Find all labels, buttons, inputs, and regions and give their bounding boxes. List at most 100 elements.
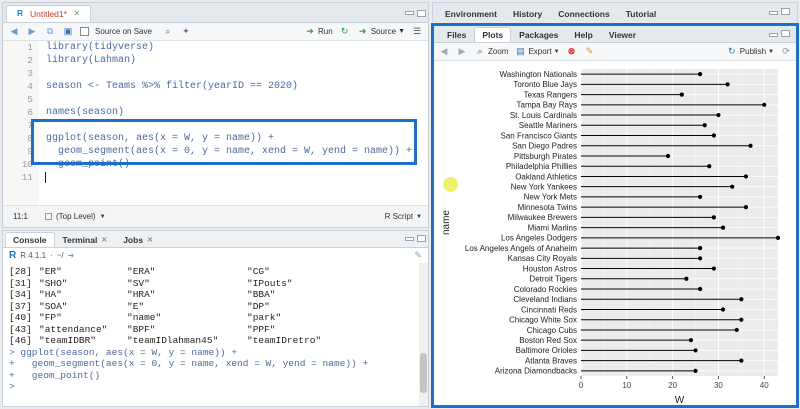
code-line[interactable]: 1 library(tidyverse) — [3, 41, 428, 54]
working-directory: ~/ — [56, 251, 64, 260]
forward-icon[interactable]: ▶ — [26, 26, 38, 38]
back-icon[interactable]: ◀ — [8, 26, 20, 38]
code-text: names(season) — [46, 107, 125, 118]
tab-environment[interactable]: Environment — [437, 5, 505, 22]
line-number: 2 — [27, 55, 33, 66]
tab-untitled1[interactable]: R Untitled1* ✕ — [6, 5, 91, 22]
save-icon[interactable]: ▣ — [62, 26, 74, 38]
console-output[interactable]: [28] "ER" "ERA" "CG" [31] "SHO" "SV" "IPouts" [3… — [3, 263, 418, 406]
source-on-save-label: Source on Save — [95, 27, 152, 36]
console-value: "DP" — [247, 300, 270, 312]
run-button[interactable]: ➜ Run — [304, 26, 333, 38]
minimize-icon[interactable] — [405, 237, 414, 241]
minimize-icon[interactable] — [405, 11, 414, 15]
console-value: "BPF" — [127, 323, 156, 335]
console-command: > — [9, 381, 15, 392]
console-value: "SOA" — [39, 300, 68, 312]
close-icon[interactable]: ✕ — [147, 236, 153, 244]
magic-wand-icon[interactable]: ✦ — [180, 26, 192, 38]
code-line[interactable]: 3 — [3, 67, 428, 80]
show-in-window-icon[interactable]: ⧉ — [44, 26, 56, 38]
code-line[interactable]: 4 season <- Teams %>% filter(yearID == 20… — [3, 80, 428, 93]
code-text: season <- Teams %>% filter(yearID == 202… — [46, 81, 299, 92]
close-icon[interactable]: ✕ — [71, 8, 83, 20]
chevron-down-icon: ▼ — [416, 213, 422, 220]
console-value: "SHO" — [39, 277, 68, 289]
scope-indicator[interactable]: (Top Level) ▼ — [45, 212, 106, 221]
tab-jobs[interactable]: Jobs ✕ — [115, 232, 161, 247]
code-line[interactable]: 5 — [3, 93, 428, 106]
r-file-icon: R — [17, 9, 23, 18]
console-command: > ggplot(season, aes(x = W, y = name)) + — [9, 346, 238, 358]
code-text: library(tidyverse) — [46, 42, 155, 53]
maximize-icon[interactable] — [417, 235, 426, 242]
code-text: library(Lahman) — [46, 55, 137, 66]
clear-console-icon[interactable]: ✎ — [414, 250, 422, 261]
go-to-directory-icon[interactable]: ➔ — [68, 251, 75, 260]
file-type[interactable]: R Script ▼ — [385, 212, 422, 221]
console-value: "E" — [127, 300, 145, 312]
source-on-save-checkbox[interactable] — [80, 27, 89, 36]
mouse-cursor-indicator — [443, 177, 458, 192]
file-type-label: R Script — [384, 212, 414, 221]
separator-dot: · — [50, 251, 53, 260]
maximize-icon[interactable] — [417, 10, 426, 17]
tab-tutorial-label: Tutorial — [625, 9, 657, 19]
line-number: 1 — [27, 42, 33, 53]
console-value: "HRA" — [127, 289, 156, 300]
code-line[interactable]: 2 library(Lahman) — [3, 54, 428, 67]
tab-history[interactable]: History — [505, 5, 550, 22]
line-number: 9 — [27, 146, 33, 157]
rerun-icon[interactable]: ↻ — [339, 26, 351, 38]
minimize-icon[interactable] — [769, 11, 778, 15]
console-command: + geom_point() — [9, 369, 101, 381]
line-number: 5 — [27, 94, 33, 105]
console-index: [28] — [9, 266, 32, 277]
tab-terminal[interactable]: Terminal ✕ — [55, 232, 116, 247]
console-value: "name" — [127, 312, 162, 323]
console-value: "BBA" — [247, 289, 276, 300]
search-icon[interactable]: ⌕ — [162, 26, 174, 38]
console-value: "HA" — [39, 289, 62, 300]
editor-tabbar: R Untitled1* ✕ — [3, 3, 428, 23]
console-index: [43] — [9, 323, 32, 335]
console-scrollbar[interactable] — [419, 263, 428, 406]
tab-connections-label: Connections — [558, 9, 610, 19]
chevron-down-icon: ▼ — [99, 213, 106, 220]
environment-tabbar: Environment History Connections Tutorial — [433, 3, 797, 22]
outline-icon[interactable]: ☰ — [411, 26, 423, 38]
console-value: "FP" — [39, 312, 62, 323]
code-line[interactable]: 11 — [3, 171, 428, 184]
source-button[interactable]: ➜ Source ▼ — [357, 26, 405, 38]
line-number: 3 — [27, 68, 33, 79]
line-number: 10 — [21, 159, 33, 170]
close-icon[interactable]: ✕ — [101, 236, 107, 244]
tab-console[interactable]: Console — [5, 232, 55, 247]
console-value: "teamIDlahman45" — [127, 335, 219, 346]
line-number: 7 — [27, 120, 33, 131]
tab-tutorial[interactable]: Tutorial — [618, 5, 665, 22]
cursor-position: 11:1 — [13, 212, 28, 221]
r-version: R 4.1.1 — [20, 251, 47, 260]
console-value: "ER" — [39, 266, 62, 277]
console-value: "IPouts" — [247, 277, 293, 289]
text-cursor — [45, 172, 46, 183]
console-index: [31] — [9, 277, 32, 289]
console-value: "PPF" — [247, 323, 276, 335]
code-highlight-box — [31, 119, 417, 165]
scope-label: (Top Level) — [56, 212, 96, 221]
code-line[interactable]: 6 names(season) — [3, 106, 428, 119]
tab-connections[interactable]: Connections — [550, 5, 617, 22]
tab-environment-label: Environment — [445, 9, 497, 19]
maximize-icon[interactable] — [781, 8, 790, 15]
console-value: "CG" — [247, 266, 270, 277]
plot-highlight-box — [431, 23, 799, 408]
console-value: "ERA" — [127, 266, 156, 277]
console-index: [37] — [9, 300, 32, 312]
console-value: "teamIDBR" — [39, 335, 97, 346]
console-command: + geom_segment(aes(x = 0, y = name, xend… — [9, 358, 369, 369]
console-tabbar: Console Terminal ✕ Jobs ✕ — [3, 231, 428, 248]
scrollbar-thumb[interactable] — [420, 353, 427, 393]
run-label: Run — [318, 27, 333, 36]
editor-status-bar: 11:1 (Top Level) ▼ R Script ▼ — [3, 205, 428, 227]
